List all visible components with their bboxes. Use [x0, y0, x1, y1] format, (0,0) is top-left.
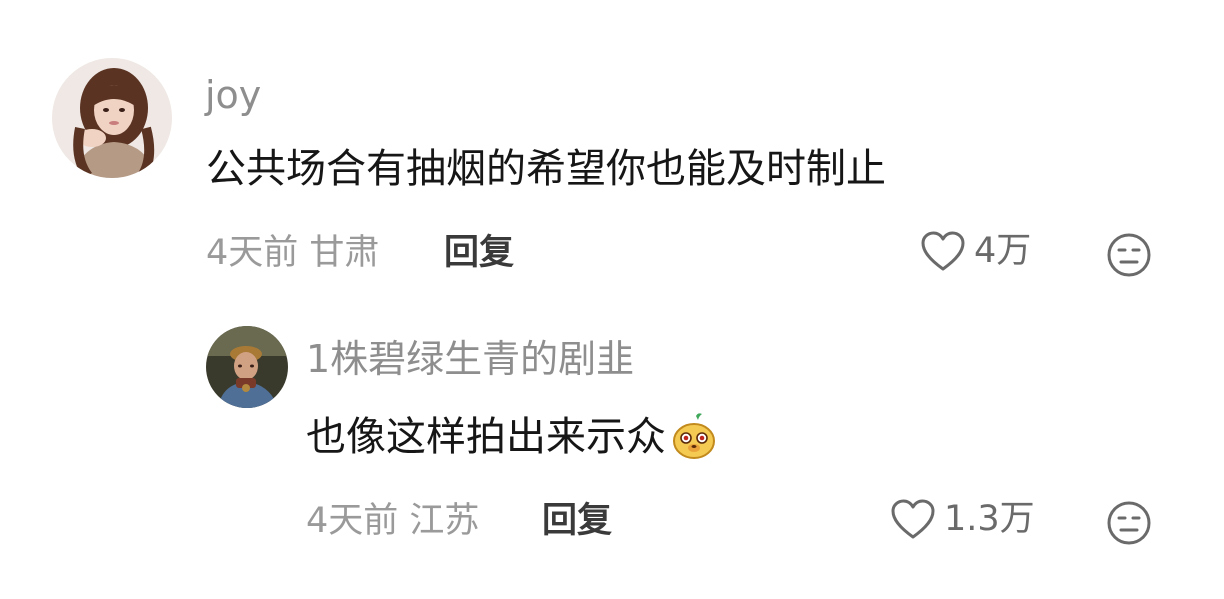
- reply-text: 也像这样拍出来示众: [306, 412, 718, 462]
- comment-username[interactable]: joy: [205, 76, 261, 114]
- painting-portrait-avatar-icon: [206, 326, 288, 408]
- comment-text-body: 公共场合有抽烟的希望你也能及时制止: [206, 146, 886, 192]
- comment-location: 甘肃: [309, 233, 380, 273]
- comment-reply-button[interactable]: 回复: [444, 236, 514, 271]
- reply-like-button[interactable]: 1.3万: [890, 498, 1035, 540]
- reply-like-count: 1.3万: [944, 498, 1035, 539]
- woman-portrait-avatar-icon: [52, 58, 172, 178]
- reply-location: 江苏: [409, 501, 480, 541]
- comment-like-button[interactable]: 4万: [920, 230, 1031, 272]
- neutral-face-icon: [1107, 233, 1151, 277]
- comment-time: 4天前: [206, 233, 299, 273]
- heart-outline-icon: [891, 499, 935, 539]
- reply-dislike-button[interactable]: [1106, 500, 1152, 546]
- comment-dislike-button[interactable]: [1106, 232, 1152, 278]
- yellow-dog-emoji-sticker-icon: [673, 413, 715, 459]
- reply-meta: 4天前 江苏: [306, 504, 479, 539]
- comment-meta: 4天前 甘肃: [206, 236, 379, 271]
- comment-text: 公共场合有抽烟的希望你也能及时制止: [206, 149, 886, 189]
- comment-avatar[interactable]: [52, 58, 172, 178]
- heart-outline-icon: [921, 231, 965, 271]
- reply-reply-button[interactable]: 回复: [542, 504, 612, 539]
- reply-avatar[interactable]: [206, 326, 288, 408]
- comment-like-count: 4万: [974, 230, 1032, 271]
- neutral-face-icon: [1107, 501, 1151, 545]
- reply-text-body: 也像这样拍出来示众: [306, 414, 666, 460]
- reply-time: 4天前: [306, 501, 399, 541]
- reply-username[interactable]: 1株碧绿生青的剧韭: [306, 340, 634, 378]
